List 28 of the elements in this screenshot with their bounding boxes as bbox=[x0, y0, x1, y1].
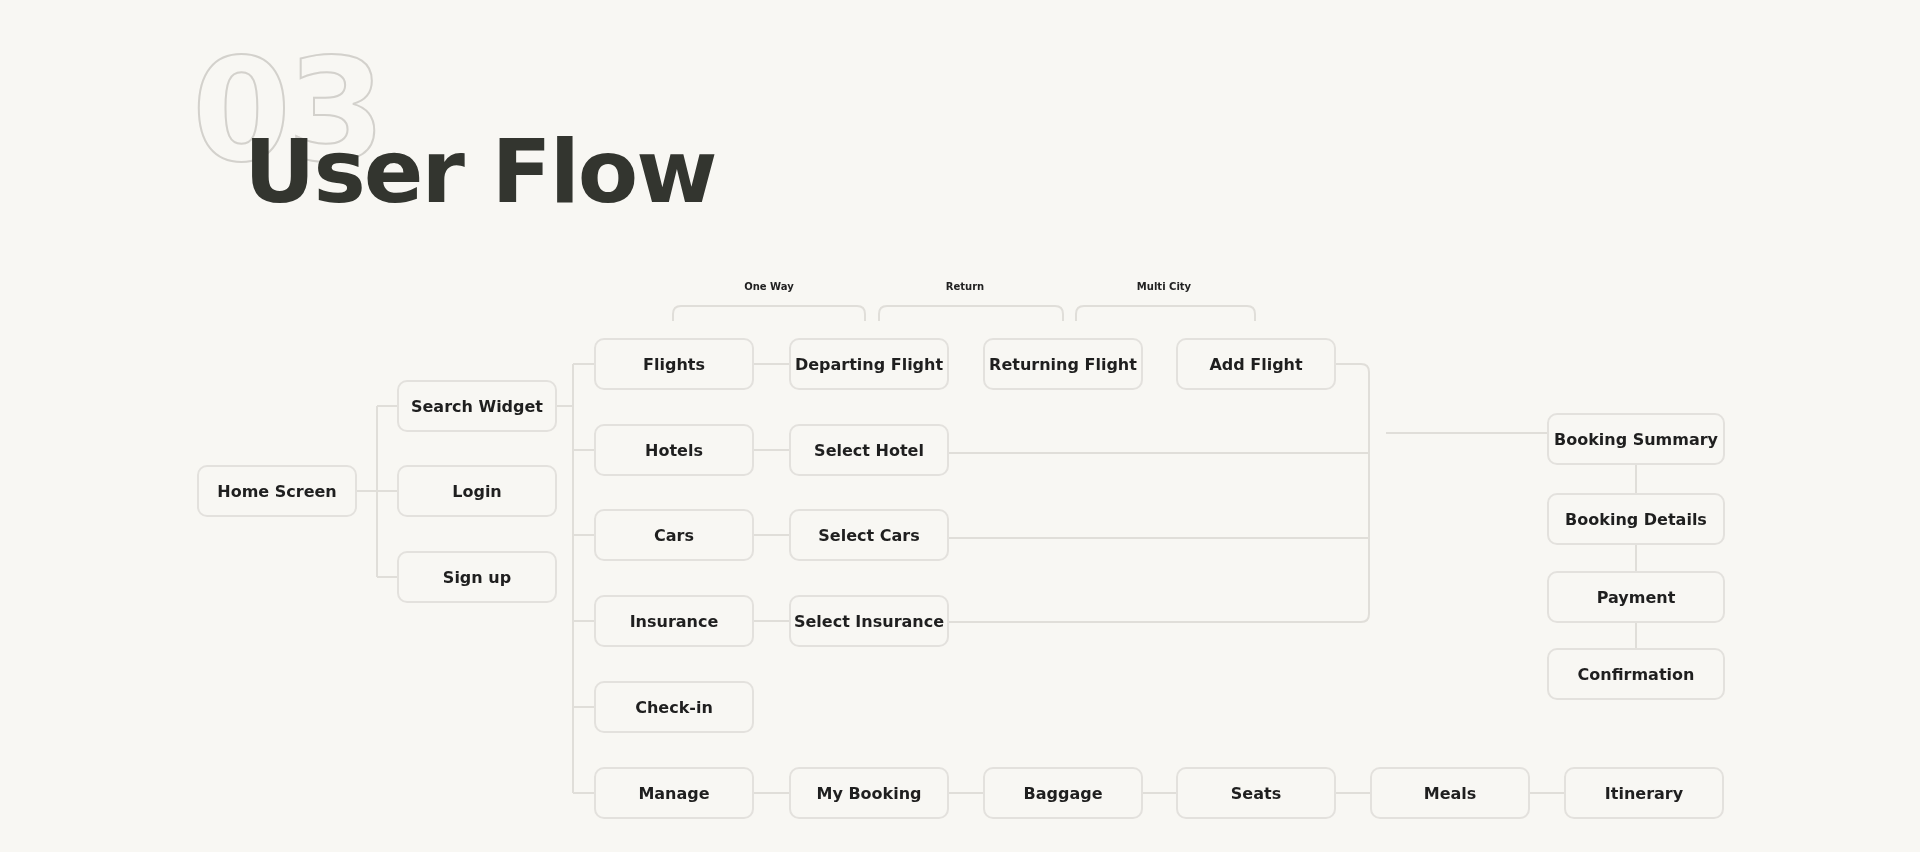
branch-label: One Way bbox=[744, 281, 794, 292]
flow-node: Insurance bbox=[594, 595, 754, 647]
flow-node: Seats bbox=[1176, 767, 1336, 819]
flow-node: Manage bbox=[594, 767, 754, 819]
flow-node: My Booking bbox=[789, 767, 949, 819]
flow-node: Hotels bbox=[594, 424, 754, 476]
flow-node: Home Screen bbox=[197, 465, 357, 517]
flow-node: Select Hotel bbox=[789, 424, 949, 476]
flow-node: Booking Summary bbox=[1547, 413, 1725, 465]
flow-node: Add Flight bbox=[1176, 338, 1336, 390]
flow-node: Confirmation bbox=[1547, 648, 1725, 700]
branch-label: Multi City bbox=[1136, 281, 1192, 292]
flow-node: Returning Flight bbox=[983, 338, 1143, 390]
flow-node: Login bbox=[397, 465, 557, 517]
flow-node: Cars bbox=[594, 509, 754, 561]
flow-node: Search Widget bbox=[397, 380, 557, 432]
flow-node: Meals bbox=[1370, 767, 1530, 819]
flow-node: Flights bbox=[594, 338, 754, 390]
flow-node: Sign up bbox=[397, 551, 557, 603]
flow-node: Itinerary bbox=[1564, 767, 1724, 819]
flow-node: Booking Details bbox=[1547, 493, 1725, 545]
flow-node: Payment bbox=[1547, 571, 1725, 623]
flow-node: Check-in bbox=[594, 681, 754, 733]
flow-node: Select Cars bbox=[789, 509, 949, 561]
flow-node: Departing Flight bbox=[789, 338, 949, 390]
flow-node: Select Insurance bbox=[789, 595, 949, 647]
branch-label: Return bbox=[945, 281, 985, 292]
flow-node: Baggage bbox=[983, 767, 1143, 819]
